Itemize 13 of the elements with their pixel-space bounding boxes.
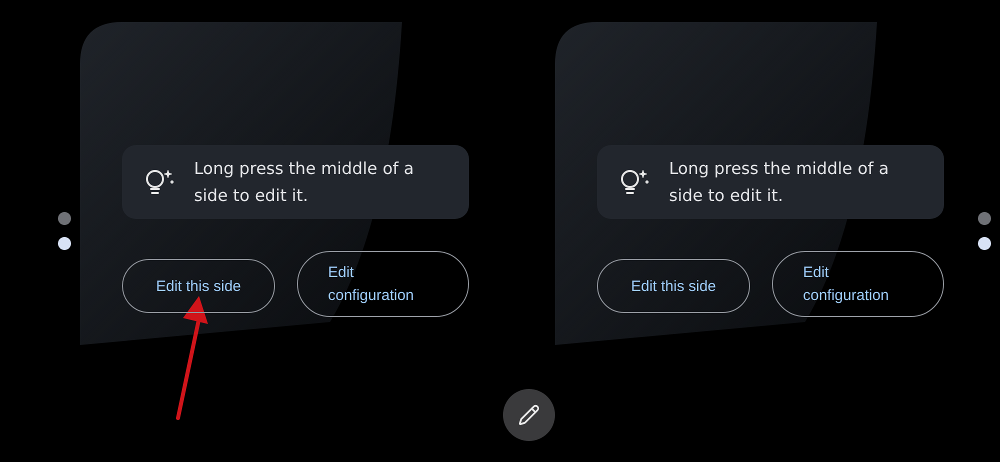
page-dot[interactable] <box>58 212 71 225</box>
page-dot[interactable] <box>978 212 991 225</box>
edit-configuration-button[interactable]: Edit configuration <box>772 251 944 317</box>
edit-configuration-button[interactable]: Edit configuration <box>297 251 469 317</box>
lightbulb-icon <box>619 167 651 197</box>
lightbulb-icon <box>144 167 176 197</box>
page-dot[interactable] <box>58 237 71 250</box>
tip-text: Long press the middle of a side to edit it. <box>194 158 415 207</box>
pencil-icon <box>518 404 540 426</box>
edit-button[interactable] <box>503 389 555 441</box>
page-dot[interactable] <box>978 237 991 250</box>
tip-text: Long press the middle of a side to edit it. <box>669 158 890 207</box>
edit-side-button[interactable]: Edit this side <box>597 259 750 313</box>
